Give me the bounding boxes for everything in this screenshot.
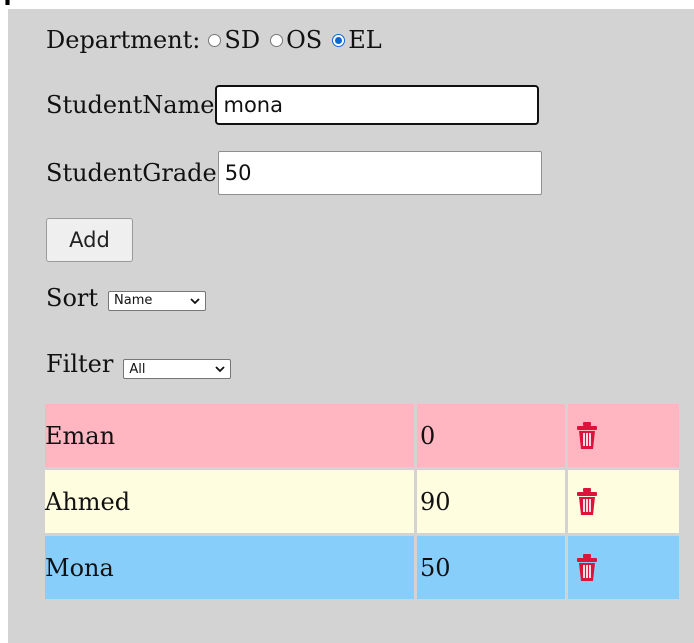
department-label: Department:	[46, 26, 201, 54]
department-label-el: EL	[348, 26, 382, 54]
page-heading-fragment: T	[0, 0, 72, 9]
trash-icon[interactable]	[575, 421, 599, 450]
student-grade-cell: 90	[417, 470, 565, 533]
page-heading-fragment-text: T	[0, 0, 15, 9]
table-row: Ahmed 90	[45, 470, 679, 533]
table-row: Eman 0	[45, 404, 679, 467]
student-name-cell: Mona	[45, 536, 414, 599]
department-radio-sd[interactable]	[208, 33, 222, 47]
trash-icon[interactable]	[575, 487, 599, 516]
student-grade-cell: 50	[417, 536, 565, 599]
student-grade-input[interactable]	[217, 151, 542, 195]
sort-row: Sort Name	[46, 284, 207, 312]
department-row: Department: SD OS EL	[46, 26, 392, 54]
department-option-el[interactable]: EL	[332, 26, 382, 54]
student-name-row: StudentName	[46, 85, 540, 125]
department-label-sd: SD	[224, 26, 261, 54]
sort-selected-value: Name	[114, 293, 153, 308]
trash-icon[interactable]	[575, 553, 599, 582]
department-radio-group: SD OS EL	[208, 26, 391, 54]
department-radio-el[interactable]	[332, 33, 346, 47]
add-button[interactable]: Add	[46, 218, 133, 262]
student-name-cell: Ahmed	[45, 470, 414, 533]
sort-select[interactable]: Name	[108, 290, 207, 311]
student-grade-cell: 0	[417, 404, 565, 467]
delete-cell	[568, 470, 679, 533]
table-row: Mona 50	[45, 536, 679, 599]
delete-cell	[568, 404, 679, 467]
department-option-sd[interactable]: SD	[208, 26, 260, 54]
student-name-cell: Eman	[45, 404, 414, 467]
student-name-input[interactable]	[215, 85, 540, 125]
department-radio-os[interactable]	[270, 33, 284, 47]
filter-row: Filter All	[46, 349, 232, 379]
department-option-os[interactable]: OS	[270, 26, 322, 54]
student-grade-row: StudentGrade	[46, 151, 542, 195]
sort-label: Sort	[46, 284, 99, 312]
filter-select[interactable]: All	[123, 359, 232, 379]
filter-selected-value: All	[129, 361, 146, 377]
chevron-down-icon	[215, 366, 225, 373]
student-grade-label: StudentGrade	[46, 159, 217, 187]
delete-cell	[568, 536, 679, 599]
chevron-down-icon	[190, 297, 200, 304]
students-table: Eman 0 Ahmed 90 Mona 50	[45, 404, 679, 602]
student-name-label: StudentName	[46, 91, 215, 119]
department-label-os: OS	[286, 26, 323, 54]
filter-label: Filter	[46, 350, 114, 378]
